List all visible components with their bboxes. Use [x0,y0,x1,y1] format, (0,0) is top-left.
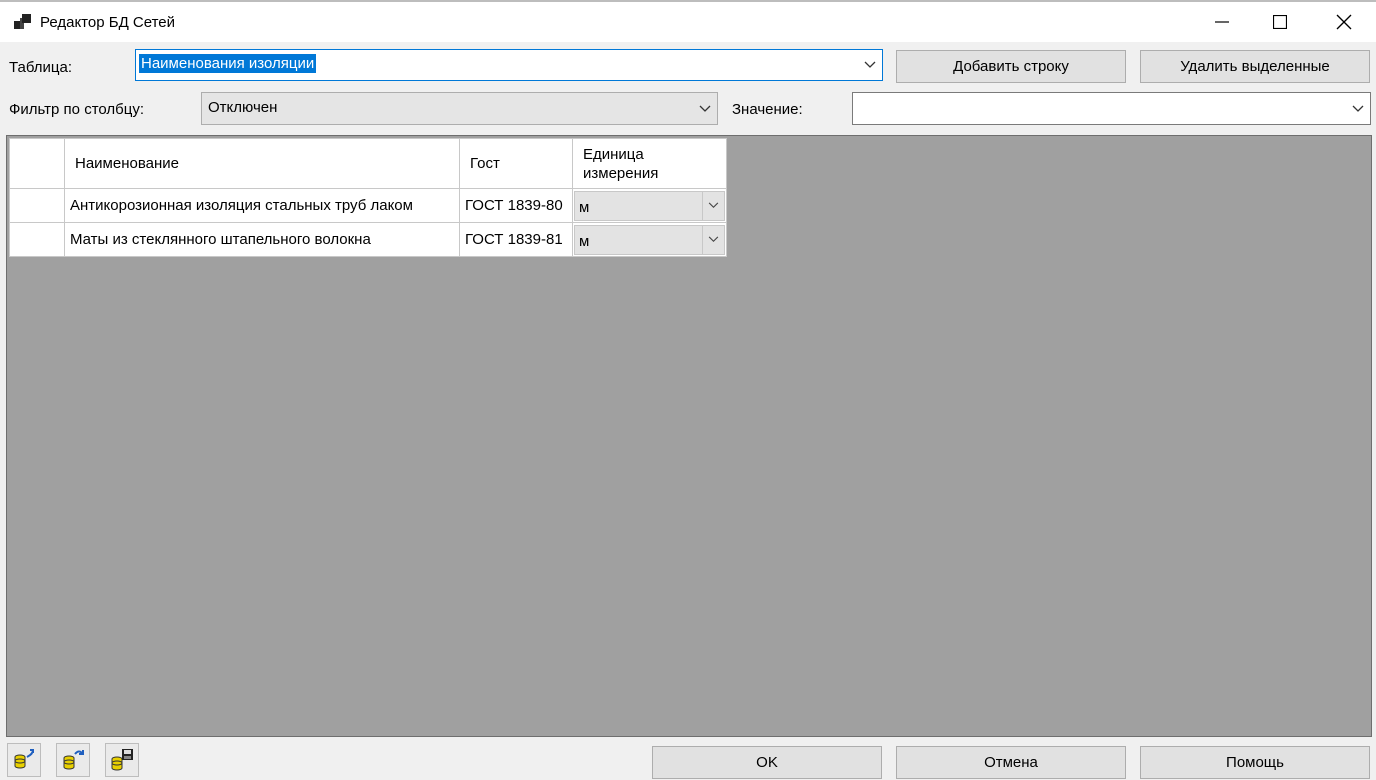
column-header-gost[interactable]: Гост [459,138,573,189]
unit-combo[interactable]: м [574,190,725,221]
cell-gost[interactable]: ГОСТ 1839-80 [459,188,573,223]
row-header[interactable] [9,222,65,257]
unit-dropdown-button[interactable] [702,225,724,254]
cell-name[interactable]: Маты из стеклянного штапельного волокна [64,222,460,257]
table-row[interactable]: Маты из стеклянного штапельного волокна … [9,222,727,257]
delete-selected-button[interactable]: Удалить выделенные [1140,50,1370,83]
cell-name[interactable]: Антикорозионная изоляция стальных труб л… [64,188,460,223]
filter-label: Фильтр по столбцу: [9,101,145,118]
cell-unit[interactable]: м [572,188,727,223]
maximize-button[interactable] [1248,2,1312,42]
ok-button[interactable]: OK [652,746,882,779]
cell-gost[interactable]: ГОСТ 1839-81 [459,222,573,257]
table-label: Таблица: [9,59,72,76]
value-select[interactable] [852,92,1371,125]
grid-header-row: Наименование Гост Единица измерения [9,138,727,189]
column-header-name[interactable]: Наименование [64,138,460,189]
filter-select-value: Отключен [208,99,278,116]
data-grid[interactable]: Наименование Гост Единица измерения Анти… [6,135,1372,737]
add-row-button[interactable]: Добавить строку [896,50,1126,83]
column-header-unit[interactable]: Единица измерения [572,138,727,189]
db-import-icon [14,749,34,769]
unit-combo[interactable]: м [574,224,725,255]
row-header[interactable] [9,188,65,223]
row-header-corner[interactable] [9,138,65,189]
maximize-icon [1273,15,1287,29]
chevron-down-icon [708,202,719,209]
table-row[interactable]: Антикорозионная изоляция стальных труб л… [9,188,727,223]
filter-select[interactable]: Отключен [201,92,718,125]
unit-value: м [579,198,590,216]
db-refresh-button[interactable] [56,743,90,777]
title-bar: Редактор БД Сетей [0,2,1376,42]
cell-unit[interactable]: м [572,222,727,257]
window-title: Редактор БД Сетей [40,14,176,31]
help-button[interactable]: Помощь [1140,746,1370,779]
table-select[interactable]: Наименования изоляции [135,49,883,81]
db-refresh-icon [63,750,84,770]
chevron-down-icon [699,105,711,112]
db-save-button[interactable] [105,743,139,777]
close-button[interactable] [1312,2,1376,42]
chevron-down-icon [1352,105,1364,112]
chevron-down-icon [708,236,719,243]
value-label: Значение: [732,101,803,118]
chevron-down-icon [864,61,876,68]
grid-table: Наименование Гост Единица измерения Анти… [9,138,727,257]
minimize-button[interactable] [1190,2,1254,42]
db-import-button[interactable] [7,743,41,777]
unit-dropdown-button[interactable] [702,191,724,220]
table-select-value: Наименования изоляции [139,54,317,73]
minimize-icon [1215,21,1229,23]
db-save-icon [111,749,133,771]
cancel-button[interactable]: Отмена [896,746,1126,779]
unit-value: м [579,232,590,250]
app-icon [14,14,31,29]
close-icon [1336,14,1352,30]
